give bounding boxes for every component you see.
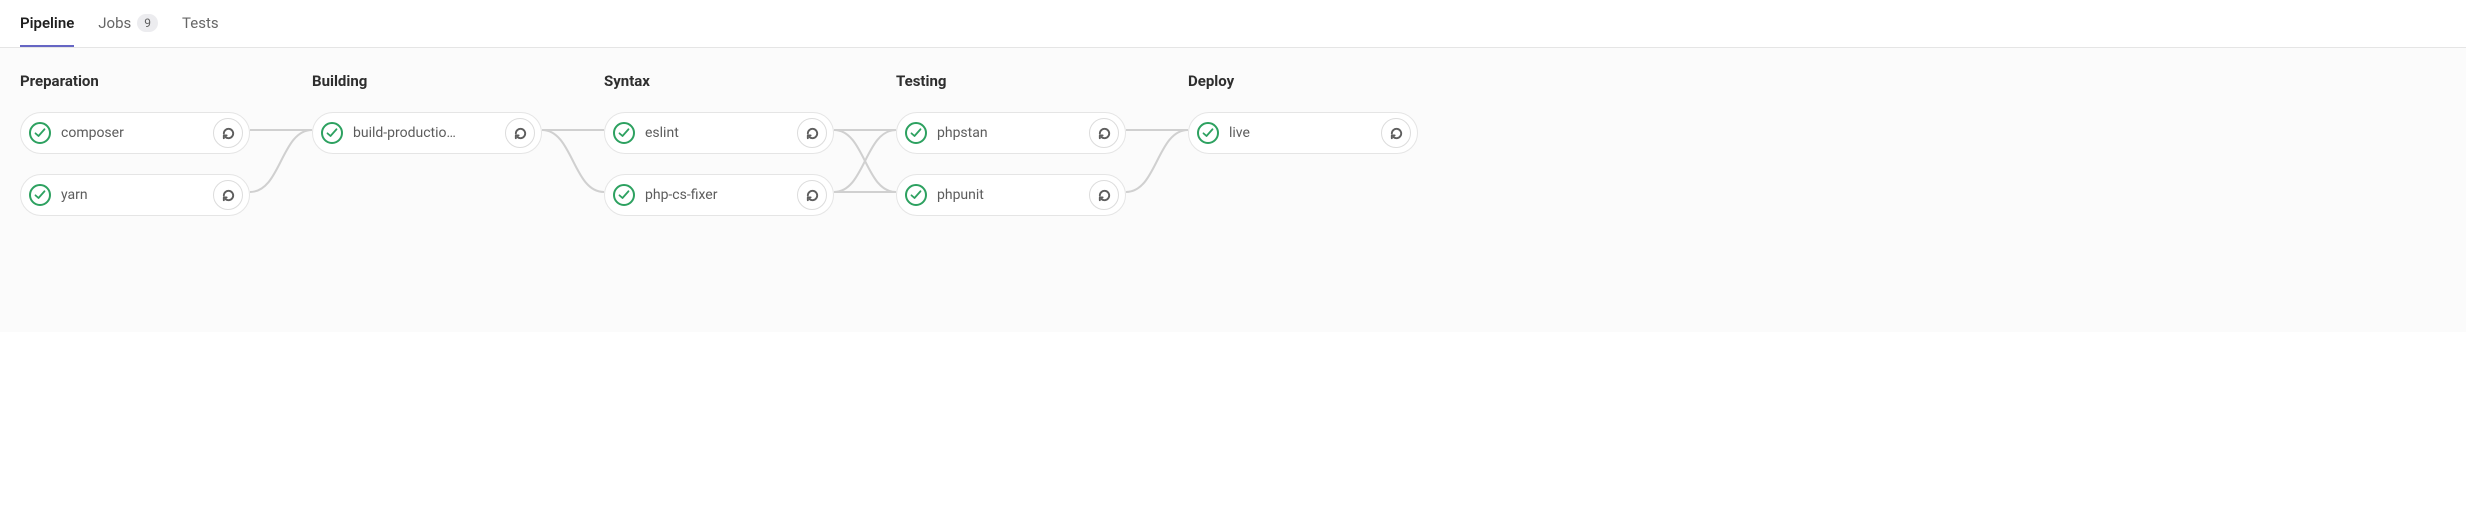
job-name: yarn: [61, 187, 203, 203]
stage-testing: Testing phpstan phpunit: [896, 72, 1126, 236]
status-success-icon: [321, 122, 343, 144]
retry-icon[interactable]: [213, 180, 243, 210]
status-success-icon: [29, 122, 51, 144]
stage-title: Syntax: [604, 72, 834, 90]
stage-syntax: Syntax eslint php-cs-fixer: [604, 72, 834, 236]
retry-icon[interactable]: [213, 118, 243, 148]
stage-title: Deploy: [1188, 72, 1418, 90]
stage-title: Building: [312, 72, 542, 90]
stage-deploy: Deploy live: [1188, 72, 1418, 174]
job-pill[interactable]: phpunit: [896, 174, 1126, 216]
tab-label: Tests: [182, 14, 219, 32]
job-name: php-cs-fixer: [645, 187, 787, 203]
retry-icon[interactable]: [505, 118, 535, 148]
status-success-icon: [613, 184, 635, 206]
status-success-icon: [29, 184, 51, 206]
retry-icon[interactable]: [797, 118, 827, 148]
tab-pipeline[interactable]: Pipeline: [20, 0, 74, 47]
tab-label: Jobs: [98, 14, 131, 32]
job-pill[interactable]: composer: [20, 112, 250, 154]
job-pill[interactable]: yarn: [20, 174, 250, 216]
status-success-icon: [1197, 122, 1219, 144]
job-pill[interactable]: live: [1188, 112, 1418, 154]
job-name: build-productio…: [353, 125, 495, 141]
retry-icon[interactable]: [1089, 118, 1119, 148]
job-pill[interactable]: eslint: [604, 112, 834, 154]
status-success-icon: [613, 122, 635, 144]
job-name: live: [1229, 125, 1371, 141]
jobs-count-badge: 9: [137, 14, 158, 32]
stage-preparation: Preparation composer yarn: [20, 72, 250, 236]
retry-icon[interactable]: [1381, 118, 1411, 148]
tab-label: Pipeline: [20, 14, 74, 32]
job-name: eslint: [645, 125, 787, 141]
retry-icon[interactable]: [1089, 180, 1119, 210]
tab-jobs[interactable]: Jobs 9: [98, 0, 158, 47]
pipeline-graph: Preparation composer yarn: [0, 48, 2466, 332]
retry-icon[interactable]: [797, 180, 827, 210]
job-pill[interactable]: phpstan: [896, 112, 1126, 154]
pipeline-page: Pipeline Jobs 9 Tests: [0, 0, 2466, 332]
stage-title: Testing: [896, 72, 1126, 90]
job-name: composer: [61, 125, 203, 141]
job-name: phpunit: [937, 187, 1079, 203]
pipeline-scroll: Preparation composer yarn: [20, 72, 2446, 292]
status-success-icon: [905, 122, 927, 144]
job-pill[interactable]: build-productio…: [312, 112, 542, 154]
stage-title: Preparation: [20, 72, 250, 90]
tabs-bar: Pipeline Jobs 9 Tests: [0, 0, 2466, 48]
job-name: phpstan: [937, 125, 1079, 141]
tab-tests[interactable]: Tests: [182, 0, 219, 47]
stage-building: Building build-productio…: [312, 72, 542, 174]
job-pill[interactable]: php-cs-fixer: [604, 174, 834, 216]
status-success-icon: [905, 184, 927, 206]
